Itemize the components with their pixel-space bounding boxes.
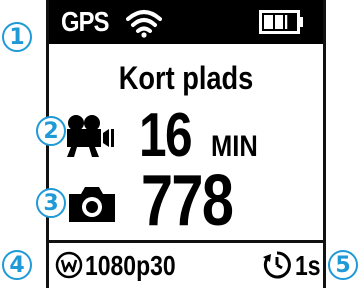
callout-5: 5	[328, 250, 358, 280]
callout-1: 1	[2, 22, 32, 52]
gps-label: GPS	[61, 6, 110, 37]
bottom-bar: 1080p30 1s	[49, 240, 323, 288]
callout-4: 4	[2, 250, 32, 280]
photos-remaining-row: 778	[49, 164, 323, 238]
video-camera-icon	[65, 114, 123, 163]
battery-icon	[259, 10, 307, 39]
video-remaining-unit: MIN	[211, 130, 258, 163]
status-bar: GPS	[49, 0, 323, 44]
resolution-w-icon	[55, 251, 83, 284]
photos-remaining-value: 778	[141, 161, 234, 241]
wifi-icon	[125, 8, 163, 43]
video-remaining-value: 16	[139, 101, 193, 170]
resolution-label: 1080p30	[85, 250, 176, 281]
self-timer-label: 1s	[295, 250, 321, 281]
callout-3: 3	[36, 188, 66, 218]
video-remaining-row: 16 MIN	[49, 104, 323, 168]
camera-icon	[65, 184, 119, 229]
device-screen: GPS Kort plads 16 MIN 778 1080p30 1s	[46, 0, 326, 288]
callout-2: 2	[36, 116, 66, 146]
mode-label: Kort plads	[118, 60, 254, 96]
self-timer-icon	[261, 249, 293, 286]
